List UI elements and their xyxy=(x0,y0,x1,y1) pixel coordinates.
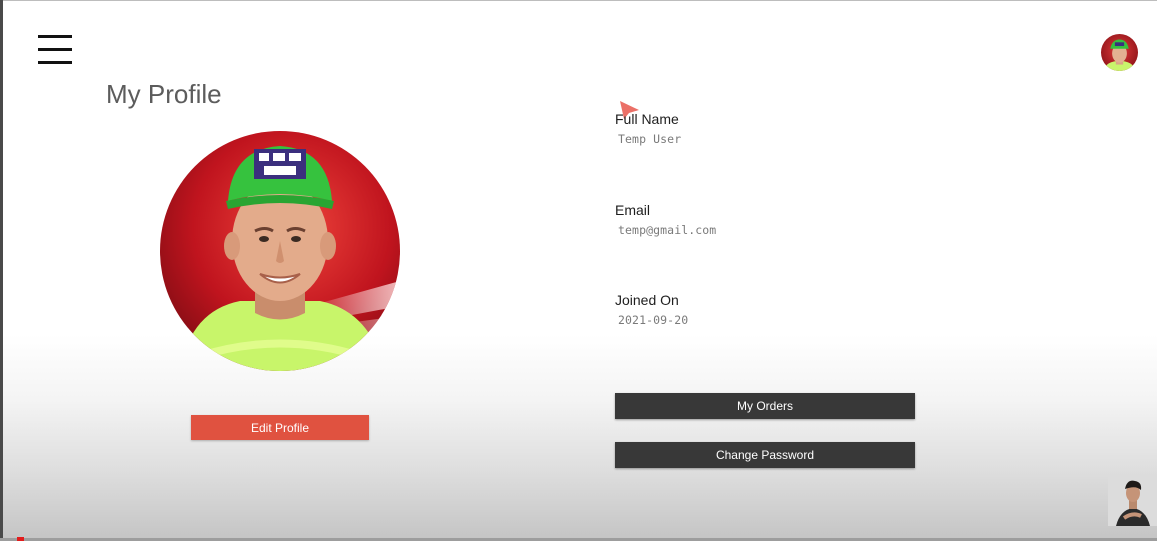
user-avatar[interactable] xyxy=(1101,34,1138,71)
joined-on-value: 2021-09-20 xyxy=(618,313,689,327)
hamburger-menu-icon[interactable] xyxy=(38,33,74,67)
full-name-value: Temp User xyxy=(618,132,682,146)
left-border xyxy=(0,0,3,541)
edit-profile-button[interactable]: Edit Profile xyxy=(191,415,369,440)
my-orders-button[interactable]: My Orders xyxy=(615,393,915,419)
progress-indicator xyxy=(17,537,24,541)
profile-photo xyxy=(160,131,400,371)
full-name-label: Full Name xyxy=(615,111,679,127)
joined-on-label: Joined On xyxy=(615,292,679,308)
email-label: Email xyxy=(615,202,651,218)
top-border xyxy=(0,0,1157,1)
presenter-thumbnail xyxy=(1108,476,1157,526)
page-title: My Profile xyxy=(106,79,222,109)
change-password-button[interactable]: Change Password xyxy=(615,442,915,468)
email-value: temp@gmail.com xyxy=(618,223,717,237)
